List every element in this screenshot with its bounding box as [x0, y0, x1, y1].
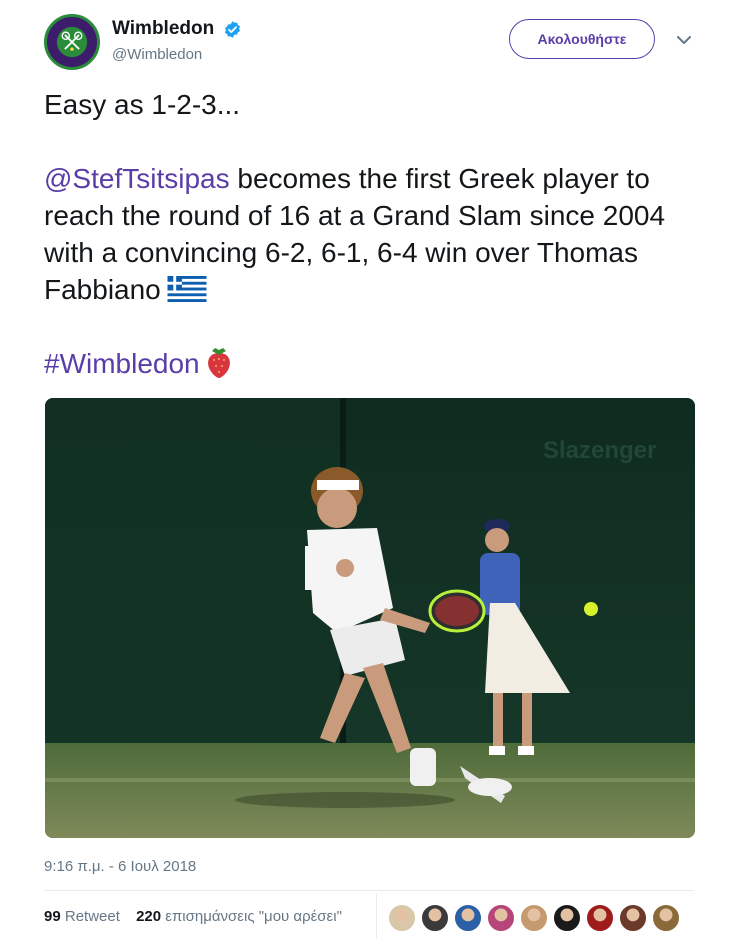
liker-avatar-9[interactable]	[652, 904, 680, 932]
liker-avatar-5[interactable]	[520, 904, 548, 932]
wimbledon-logo-icon	[47, 17, 97, 67]
likes-count[interactable]: 220	[136, 908, 161, 925]
stats-divider	[44, 890, 694, 891]
sponsor-watermark: Slazenger	[543, 437, 656, 464]
verified-badge-icon	[224, 20, 240, 38]
retweets-label[interactable]: Retweet	[65, 908, 120, 925]
liker-avatar-6[interactable]	[553, 904, 581, 932]
liker-avatars	[388, 904, 685, 934]
greek-flag-icon	[167, 276, 207, 302]
strawberry-icon	[207, 348, 230, 378]
tweet-line-1: Easy as 1-2-3...	[44, 89, 241, 120]
account-handle[interactable]: @Wimbledon	[112, 46, 242, 63]
tweet-stats: 99 Retweet 220 επισημάνσεις "μου αρέσει"	[44, 908, 342, 925]
chevron-down-icon[interactable]	[674, 30, 694, 50]
liker-avatar-7[interactable]	[586, 904, 614, 932]
tweet-timestamp[interactable]: 9:16 π.μ. - 6 Ιουλ 2018	[44, 858, 196, 875]
liker-avatar-2[interactable]	[421, 904, 449, 932]
likes-label[interactable]: επισημάνσεις "μου αρέσει"	[165, 908, 342, 925]
wimbledon-avatar[interactable]	[44, 14, 100, 70]
tweet-photo[interactable]: Slazenger	[45, 398, 695, 838]
mention-link[interactable]: @StefTsitsipas	[44, 163, 230, 194]
tweet-hashtag-line: #Wimbledon	[44, 345, 714, 382]
retweets-count[interactable]: 99	[44, 908, 61, 925]
hashtag-link[interactable]: #Wimbledon	[44, 348, 200, 379]
liker-avatar-4[interactable]	[487, 904, 515, 932]
follow-button[interactable]: Ακολουθήστε	[509, 19, 655, 59]
stats-vertical-divider	[376, 893, 377, 939]
display-name[interactable]: Wimbledon	[112, 18, 214, 40]
account-names: Wimbledon @Wimbledon	[112, 18, 242, 63]
tennis-match-photo: Slazenger	[45, 398, 695, 838]
tweet-header: Wimbledon @Wimbledon Ακολουθήστε	[44, 14, 704, 74]
liker-avatar-8[interactable]	[619, 904, 647, 932]
tweet-text: Easy as 1-2-3... @StefTsitsipas becomes …	[44, 86, 714, 382]
liker-avatar-1[interactable]	[388, 904, 416, 932]
tweet-body: @StefTsitsipas becomes the first Greek p…	[44, 160, 714, 308]
liker-avatar-3[interactable]	[454, 904, 482, 932]
